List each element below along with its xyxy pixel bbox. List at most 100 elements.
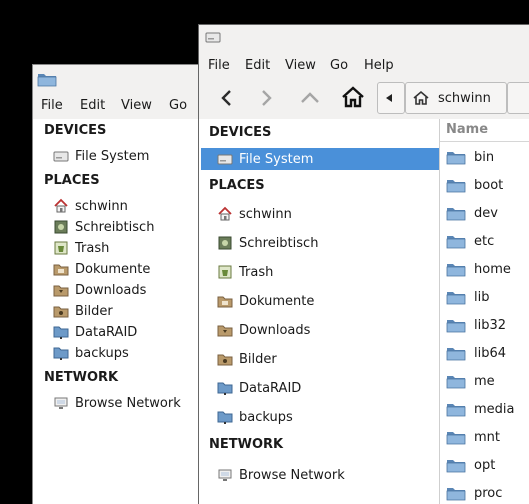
downloads-folder-icon (217, 322, 233, 338)
sidebar-item-browse-network[interactable]: Browse Network (53, 392, 181, 414)
file-row[interactable]: lib32 (440, 313, 529, 337)
sidebar-item-backups[interactable]: backups (53, 342, 129, 364)
menu-help[interactable]: Help (364, 58, 394, 73)
breadcrumb-next[interactable] (507, 82, 529, 114)
file-row[interactable]: media (440, 397, 529, 421)
sidebar-item-label: Schreibtisch (75, 219, 155, 235)
window-folder-icon (37, 71, 57, 87)
pictures-folder-icon (53, 303, 69, 319)
folder-icon (446, 149, 466, 165)
sidebar-item-dokumente[interactable]: Dokumente (53, 258, 150, 280)
file-row[interactable]: home (440, 257, 529, 281)
chevron-right-icon (262, 90, 272, 106)
file-row[interactable]: opt (440, 453, 529, 477)
home-button[interactable] (340, 84, 366, 110)
sidebar-item-dokumente[interactable]: Dokumente (217, 290, 314, 312)
section-devices: DEVICES (209, 125, 272, 140)
file-row[interactable]: bin (440, 145, 529, 169)
menu-file[interactable]: File (208, 58, 230, 73)
sidebar-item-dataraid[interactable]: DataRAID (217, 377, 301, 399)
sidebar-item-schwinn[interactable]: schwinn (53, 195, 128, 217)
menu-edit[interactable]: Edit (80, 98, 105, 113)
folder-icon (446, 205, 466, 221)
breadcrumb-schwinn[interactable]: schwinn (405, 82, 507, 114)
sidebar-item-file-system[interactable]: File System (201, 148, 439, 170)
sidebar-item-downloads[interactable]: Downloads (53, 279, 146, 301)
front-window: File Edit View Go Help schwinn DEVICES F… (198, 24, 529, 504)
sidebar-item-label: schwinn (75, 198, 128, 214)
menu-view[interactable]: View (285, 58, 316, 73)
folder-icon (446, 373, 466, 389)
file-name: home (474, 261, 511, 277)
home-icon (413, 90, 429, 105)
sidebar-item-file-system[interactable]: File System (53, 145, 149, 167)
file-row[interactable]: etc (440, 229, 529, 253)
trash-icon (217, 264, 233, 280)
file-row[interactable]: proc (440, 481, 529, 504)
sidebar-item-label: Bilder (75, 303, 113, 319)
sidebar-item-browse-network[interactable]: Browse Network (217, 464, 345, 486)
folder-icon (446, 457, 466, 473)
network-folder-icon (217, 380, 233, 396)
title-bar[interactable] (199, 25, 529, 55)
file-name: proc (474, 485, 503, 501)
chevron-left-icon (221, 90, 231, 106)
sidebar-item-label: backups (239, 409, 293, 425)
network-icon (53, 395, 69, 411)
menu-view[interactable]: View (121, 98, 152, 113)
file-row[interactable]: lib (440, 285, 529, 309)
sidebar-item-dataraid[interactable]: DataRAID (53, 321, 137, 343)
menu-file[interactable]: File (41, 98, 63, 113)
sidebar-item-schreibtisch[interactable]: Schreibtisch (53, 216, 154, 238)
folder-icon (446, 289, 466, 305)
file-name: media (474, 401, 515, 417)
home-folder-icon (217, 206, 233, 222)
sidebar-item-schreibtisch[interactable]: Schreibtisch (217, 232, 318, 254)
sidebar-item-trash[interactable]: Trash (53, 237, 109, 259)
section-places: PLACES (209, 178, 265, 193)
breadcrumb-scroll-left-button[interactable] (377, 82, 405, 114)
home-icon (342, 86, 364, 108)
documents-folder-icon (217, 293, 233, 309)
network-folder-icon (217, 409, 233, 425)
section-devices: DEVICES (44, 123, 107, 138)
file-row[interactable]: me (440, 369, 529, 393)
file-name: lib32 (474, 317, 507, 333)
sidebar-item-backups[interactable]: backups (217, 406, 293, 428)
file-row[interactable]: mnt (440, 425, 529, 449)
sidebar-item-bilder[interactable]: Bilder (217, 348, 277, 370)
home-folder-icon (53, 198, 69, 214)
file-name: lib64 (474, 345, 507, 361)
file-row[interactable]: lib64 (440, 341, 529, 365)
file-name: lib (474, 289, 490, 305)
sidebar-item-bilder[interactable]: Bilder (53, 300, 113, 322)
sidebar-item-downloads[interactable]: Downloads (217, 319, 310, 341)
sidebar-item-label: Schreibtisch (239, 235, 319, 251)
sidebar-item-label: Dokumente (239, 293, 315, 309)
folder-icon (446, 429, 466, 445)
documents-folder-icon (53, 261, 69, 277)
back-button[interactable] (213, 85, 239, 111)
sidebar-item-trash[interactable]: Trash (217, 261, 273, 283)
network-folder-icon (53, 324, 69, 340)
section-network: NETWORK (209, 437, 284, 452)
sidebar-item-label: File System (75, 148, 150, 164)
file-list: Name bin boot dev etc home lib lib32 lib… (439, 119, 529, 504)
forward-button[interactable] (254, 85, 280, 111)
pictures-folder-icon (217, 351, 233, 367)
folder-icon (446, 177, 466, 193)
menu-go[interactable]: Go (330, 58, 348, 73)
menu-edit[interactable]: Edit (245, 58, 270, 73)
folder-icon (446, 261, 466, 277)
drive-icon (217, 151, 233, 167)
up-button[interactable] (297, 85, 323, 111)
breadcrumb-label: schwinn (438, 90, 491, 106)
menu-go[interactable]: Go (169, 98, 187, 113)
network-icon (217, 467, 233, 483)
file-row[interactable]: dev (440, 201, 529, 225)
file-row[interactable]: boot (440, 173, 529, 197)
section-network: NETWORK (44, 370, 119, 385)
sidebar-item-label: Browse Network (75, 395, 181, 411)
sidebar-item-schwinn[interactable]: schwinn (217, 203, 292, 225)
column-header-name[interactable]: Name (440, 119, 529, 142)
